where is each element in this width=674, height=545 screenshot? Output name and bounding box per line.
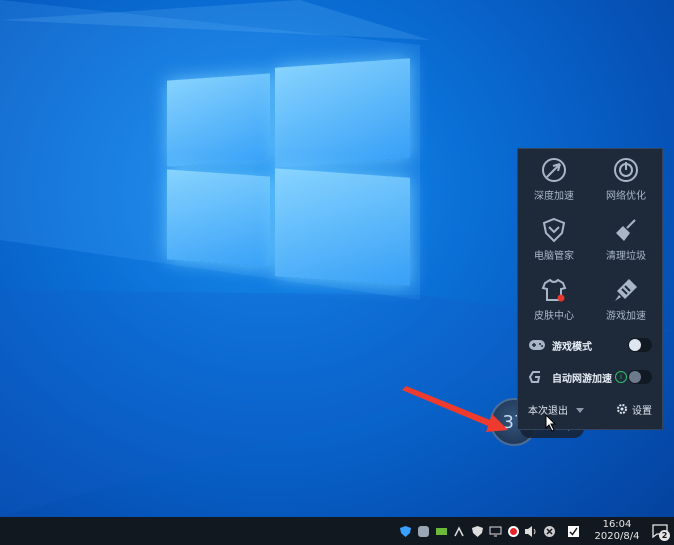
clean-junk-button[interactable]: 清理垃圾 (590, 209, 662, 269)
menu-footer: 本次退出 设置 (518, 393, 662, 425)
network-tray-icon[interactable] (452, 524, 466, 538)
accelerator-menu: 深度加速 网络优化 电脑管家 清理垃圾 皮肤中心 游戏加速 游戏模式 自动网游加… (517, 148, 663, 430)
display-tray-icon[interactable] (488, 524, 502, 538)
pc-manager-button[interactable]: 电脑管家 (518, 209, 590, 269)
game-mode-label: 游戏模式 (552, 341, 592, 353)
system-tray: 16:04 2020/8/4 2 (396, 517, 674, 545)
info-icon[interactable]: i (615, 371, 627, 383)
gamepad-icon (528, 338, 546, 352)
red-arrow-annotation (402, 386, 508, 432)
clock-date: 2020/8/4 (594, 531, 640, 542)
g-logo-icon (528, 370, 546, 384)
volume-tray-icon[interactable] (524, 524, 538, 538)
tile-label: 皮肤中心 (534, 310, 574, 322)
check-tray-icon[interactable] (566, 524, 580, 538)
pc-manager-shield-icon (542, 217, 566, 242)
skin-center-shirt-icon (541, 278, 567, 301)
tile-label: 网络优化 (606, 190, 646, 202)
auto-accel-label: 自动网游加速 (552, 373, 612, 385)
taskbar: 16:04 2020/8/4 2 (0, 517, 674, 545)
nvidia-tray-icon[interactable] (434, 524, 448, 538)
deep-accelerate-button[interactable]: 深度加速 (518, 149, 590, 209)
notification-badge: 2 (659, 530, 670, 541)
game-accelerate-button[interactable]: 游戏加速 (590, 269, 662, 329)
record-tray-icon[interactable] (506, 524, 520, 538)
mouse-cursor-icon (545, 414, 557, 432)
settings-button[interactable]: 设置 (616, 402, 652, 417)
game-accelerate-icon (615, 278, 637, 301)
tile-label: 电脑管家 (534, 250, 574, 262)
clock-time: 16:04 (602, 519, 632, 530)
gear-icon (617, 404, 627, 414)
tile-label: 清理垃圾 (606, 250, 646, 262)
notification-center-button[interactable]: 2 (646, 517, 674, 545)
clean-broom-icon (616, 218, 636, 241)
tile-label: 深度加速 (534, 190, 574, 202)
windows-logo (165, 45, 415, 295)
shield-tray-icon[interactable] (398, 524, 412, 538)
settings-label: 设置 (632, 405, 652, 417)
defender-tray-icon[interactable] (470, 524, 484, 538)
game-mode-row: 游戏模式 (518, 329, 662, 361)
auto-accel-row: 自动网游加速 i (518, 361, 662, 393)
close-tray-icon[interactable] (542, 524, 556, 538)
chevron-down-icon (576, 408, 584, 413)
network-optimize-icon (614, 157, 638, 182)
auto-accel-toggle[interactable] (628, 370, 652, 384)
network-optimize-button[interactable]: 网络优化 (590, 149, 662, 209)
skin-center-button[interactable]: 皮肤中心 (518, 269, 590, 329)
game-mode-toggle[interactable] (628, 338, 652, 352)
s-app-tray-icon[interactable] (416, 524, 430, 538)
clock[interactable]: 16:04 2020/8/4 (588, 519, 646, 543)
deep-accelerate-icon (542, 157, 566, 182)
tile-label: 游戏加速 (606, 310, 646, 322)
